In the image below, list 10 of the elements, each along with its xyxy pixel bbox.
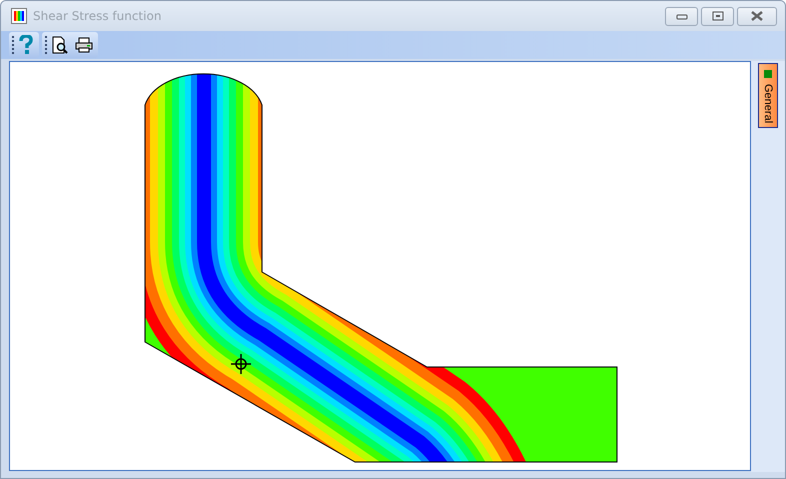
crosshair-icon — [230, 353, 252, 375]
window-title: Shear Stress function — [33, 9, 162, 23]
restore-button[interactable] — [701, 6, 734, 26]
color-bars-icon — [11, 8, 27, 24]
close-icon — [751, 11, 763, 21]
side-tab[interactable]: General — [758, 63, 778, 128]
restore-icon — [712, 11, 724, 21]
minimize-icon — [676, 12, 688, 20]
close-button[interactable] — [737, 6, 777, 26]
minimize-button[interactable] — [665, 6, 698, 26]
